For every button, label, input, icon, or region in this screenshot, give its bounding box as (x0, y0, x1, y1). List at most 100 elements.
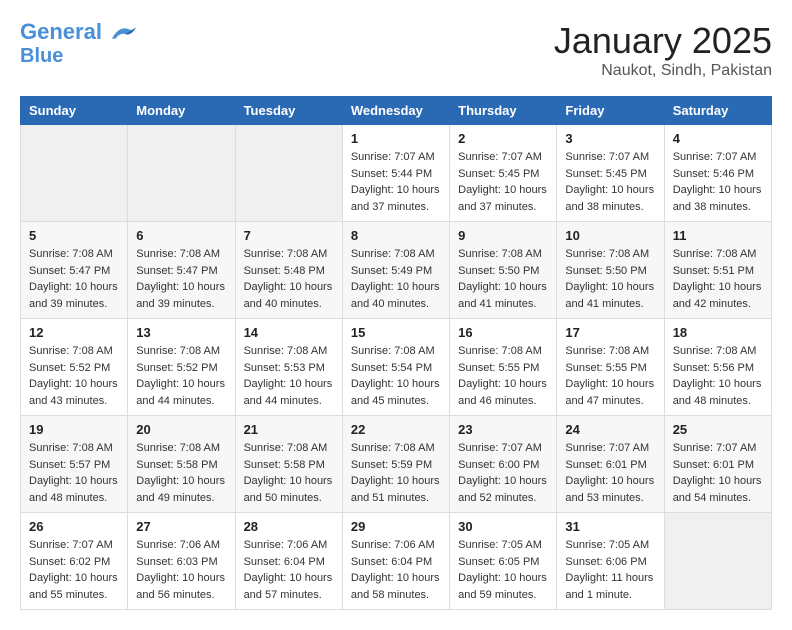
calendar-cell: 26Sunrise: 7:07 AMSunset: 6:02 PMDayligh… (21, 513, 128, 610)
calendar-cell: 4 Sunrise: 7:07 AMSunset: 5:46 PMDaylight… (664, 125, 771, 222)
day-number: 1 (351, 131, 441, 146)
day-info: Sunrise: 7:07 AMSunset: 5:44 PMDaylight:… (351, 149, 441, 215)
day-info: Sunrise: 7:08 AMSunset: 5:57 PMDaylight:… (29, 440, 119, 506)
calendar-cell: 31 Sunrise: 7:05 AMSunset: 6:06 PMDayligh… (557, 513, 664, 610)
day-info: Sunrise: 7:08 AMSunset: 5:52 PMDaylight:… (136, 343, 226, 409)
title-block: January 2025 Naukot, Sindh, Pakistan (554, 20, 772, 80)
day-number: 22 (351, 422, 441, 437)
calendar-cell: 19 Sunrise: 7:08 AMSunset: 5:57 PMDayligh… (21, 416, 128, 513)
calendar-cell (664, 513, 771, 610)
calendar-cell (128, 125, 235, 222)
day-number: 25 (673, 422, 763, 437)
day-info: Sunrise: 7:07 AMSunset: 6:01 PMDaylight:… (673, 440, 763, 506)
day-info: Sunrise: 7:08 AMSunset: 5:51 PMDaylight:… (673, 246, 763, 312)
day-info: Sunrise: 7:08 AMSunset: 5:59 PMDaylight:… (351, 440, 441, 506)
day-info: Sunrise: 7:08 AMSunset: 5:58 PMDaylight:… (136, 440, 226, 506)
calendar-week-row: 5 Sunrise: 7:08 AMSunset: 5:47 PMDaylight… (21, 222, 772, 319)
day-number: 12 (29, 325, 119, 340)
calendar-cell: 22 Sunrise: 7:08 AMSunset: 5:59 PMDayligh… (342, 416, 449, 513)
calendar-cell: 21 Sunrise: 7:08 AMSunset: 5:58 PMDayligh… (235, 416, 342, 513)
page-subtitle: Naukot, Sindh, Pakistan (554, 62, 772, 80)
day-number: 28 (244, 519, 334, 534)
calendar-cell: 13 Sunrise: 7:08 AMSunset: 5:52 PMDayligh… (128, 319, 235, 416)
calendar-week-row: 1 Sunrise: 7:07 AMSunset: 5:44 PMDaylight… (21, 125, 772, 222)
calendar-cell: 1 Sunrise: 7:07 AMSunset: 5:44 PMDaylight… (342, 125, 449, 222)
calendar-header-row: SundayMondayTuesdayWednesdayThursdayFrid… (21, 97, 772, 125)
calendar-cell (21, 125, 128, 222)
weekday-header: Monday (128, 97, 235, 125)
day-number: 10 (565, 228, 655, 243)
day-number: 31 (565, 519, 655, 534)
day-number: 30 (458, 519, 548, 534)
day-info: Sunrise: 7:08 AMSunset: 5:49 PMDaylight:… (351, 246, 441, 312)
calendar-table: SundayMondayTuesdayWednesdayThursdayFrid… (20, 96, 772, 610)
calendar-cell: 30 Sunrise: 7:05 AMSunset: 6:05 PMDayligh… (450, 513, 557, 610)
day-info: Sunrise: 7:05 AMSunset: 6:06 PMDaylight:… (565, 537, 655, 603)
calendar-cell: 9 Sunrise: 7:08 AMSunset: 5:50 PMDaylight… (450, 222, 557, 319)
day-number: 2 (458, 131, 548, 146)
day-number: 24 (565, 422, 655, 437)
day-number: 7 (244, 228, 334, 243)
day-info: Sunrise: 7:08 AMSunset: 5:47 PMDaylight:… (136, 246, 226, 312)
weekday-header: Wednesday (342, 97, 449, 125)
weekday-header: Thursday (450, 97, 557, 125)
day-info: Sunrise: 7:08 AMSunset: 5:52 PMDaylight:… (29, 343, 119, 409)
day-info: Sunrise: 7:08 AMSunset: 5:48 PMDaylight:… (244, 246, 334, 312)
calendar-cell: 27 Sunrise: 7:06 AMSunset: 6:03 PMDayligh… (128, 513, 235, 610)
calendar-cell: 5Sunrise: 7:08 AMSunset: 5:47 PMDaylight… (21, 222, 128, 319)
page-header: General Blue January 2025 Naukot, Sindh,… (20, 20, 772, 80)
calendar-cell: 8 Sunrise: 7:08 AMSunset: 5:49 PMDaylight… (342, 222, 449, 319)
day-number: 9 (458, 228, 548, 243)
day-info: Sunrise: 7:08 AMSunset: 5:50 PMDaylight:… (565, 246, 655, 312)
day-number: 4 (673, 131, 763, 146)
day-info: Sunrise: 7:07 AMSunset: 5:45 PMDaylight:… (458, 149, 548, 215)
calendar-cell: 18 Sunrise: 7:08 AMSunset: 5:56 PMDayligh… (664, 319, 771, 416)
calendar-cell: 29 Sunrise: 7:06 AMSunset: 6:04 PMDayligh… (342, 513, 449, 610)
day-number: 18 (673, 325, 763, 340)
day-info: Sunrise: 7:06 AMSunset: 6:03 PMDaylight:… (136, 537, 226, 603)
calendar-cell: 10 Sunrise: 7:08 AMSunset: 5:50 PMDayligh… (557, 222, 664, 319)
day-number: 14 (244, 325, 334, 340)
day-number: 5 (29, 228, 119, 243)
day-number: 17 (565, 325, 655, 340)
calendar-week-row: 19 Sunrise: 7:08 AMSunset: 5:57 PMDayligh… (21, 416, 772, 513)
calendar-cell (235, 125, 342, 222)
day-number: 27 (136, 519, 226, 534)
weekday-header: Saturday (664, 97, 771, 125)
calendar-cell: 14 Sunrise: 7:08 AMSunset: 5:53 PMDayligh… (235, 319, 342, 416)
day-info: Sunrise: 7:06 AMSunset: 6:04 PMDaylight:… (351, 537, 441, 603)
weekday-header: Friday (557, 97, 664, 125)
day-info: Sunrise: 7:07 AMSunset: 6:01 PMDaylight:… (565, 440, 655, 506)
day-info: Sunrise: 7:07 AMSunset: 6:00 PMDaylight:… (458, 440, 548, 506)
day-number: 8 (351, 228, 441, 243)
day-number: 15 (351, 325, 441, 340)
day-number: 20 (136, 422, 226, 437)
day-number: 21 (244, 422, 334, 437)
day-number: 13 (136, 325, 226, 340)
day-info: Sunrise: 7:08 AMSunset: 5:55 PMDaylight:… (565, 343, 655, 409)
day-info: Sunrise: 7:08 AMSunset: 5:58 PMDaylight:… (244, 440, 334, 506)
calendar-cell: 25 Sunrise: 7:07 AMSunset: 6:01 PMDayligh… (664, 416, 771, 513)
calendar-week-row: 26Sunrise: 7:07 AMSunset: 6:02 PMDayligh… (21, 513, 772, 610)
day-number: 26 (29, 519, 119, 534)
day-number: 23 (458, 422, 548, 437)
calendar-cell: 17 Sunrise: 7:08 AMSunset: 5:55 PMDayligh… (557, 319, 664, 416)
day-info: Sunrise: 7:08 AMSunset: 5:55 PMDaylight:… (458, 343, 548, 409)
calendar-cell: 24 Sunrise: 7:07 AMSunset: 6:01 PMDayligh… (557, 416, 664, 513)
calendar-cell: 11 Sunrise: 7:08 AMSunset: 5:51 PMDayligh… (664, 222, 771, 319)
day-number: 6 (136, 228, 226, 243)
day-info: Sunrise: 7:07 AMSunset: 5:46 PMDaylight:… (673, 149, 763, 215)
day-number: 11 (673, 228, 763, 243)
day-info: Sunrise: 7:08 AMSunset: 5:50 PMDaylight:… (458, 246, 548, 312)
day-info: Sunrise: 7:08 AMSunset: 5:56 PMDaylight:… (673, 343, 763, 409)
day-info: Sunrise: 7:08 AMSunset: 5:53 PMDaylight:… (244, 343, 334, 409)
weekday-header: Sunday (21, 97, 128, 125)
calendar-cell: 6 Sunrise: 7:08 AMSunset: 5:47 PMDaylight… (128, 222, 235, 319)
day-info: Sunrise: 7:05 AMSunset: 6:05 PMDaylight:… (458, 537, 548, 603)
page-title: January 2025 (554, 20, 772, 62)
day-number: 29 (351, 519, 441, 534)
day-info: Sunrise: 7:06 AMSunset: 6:04 PMDaylight:… (244, 537, 334, 603)
day-number: 19 (29, 422, 119, 437)
calendar-cell: 12 Sunrise: 7:08 AMSunset: 5:52 PMDayligh… (21, 319, 128, 416)
calendar-cell: 3Sunrise: 7:07 AMSunset: 5:45 PMDaylight… (557, 125, 664, 222)
